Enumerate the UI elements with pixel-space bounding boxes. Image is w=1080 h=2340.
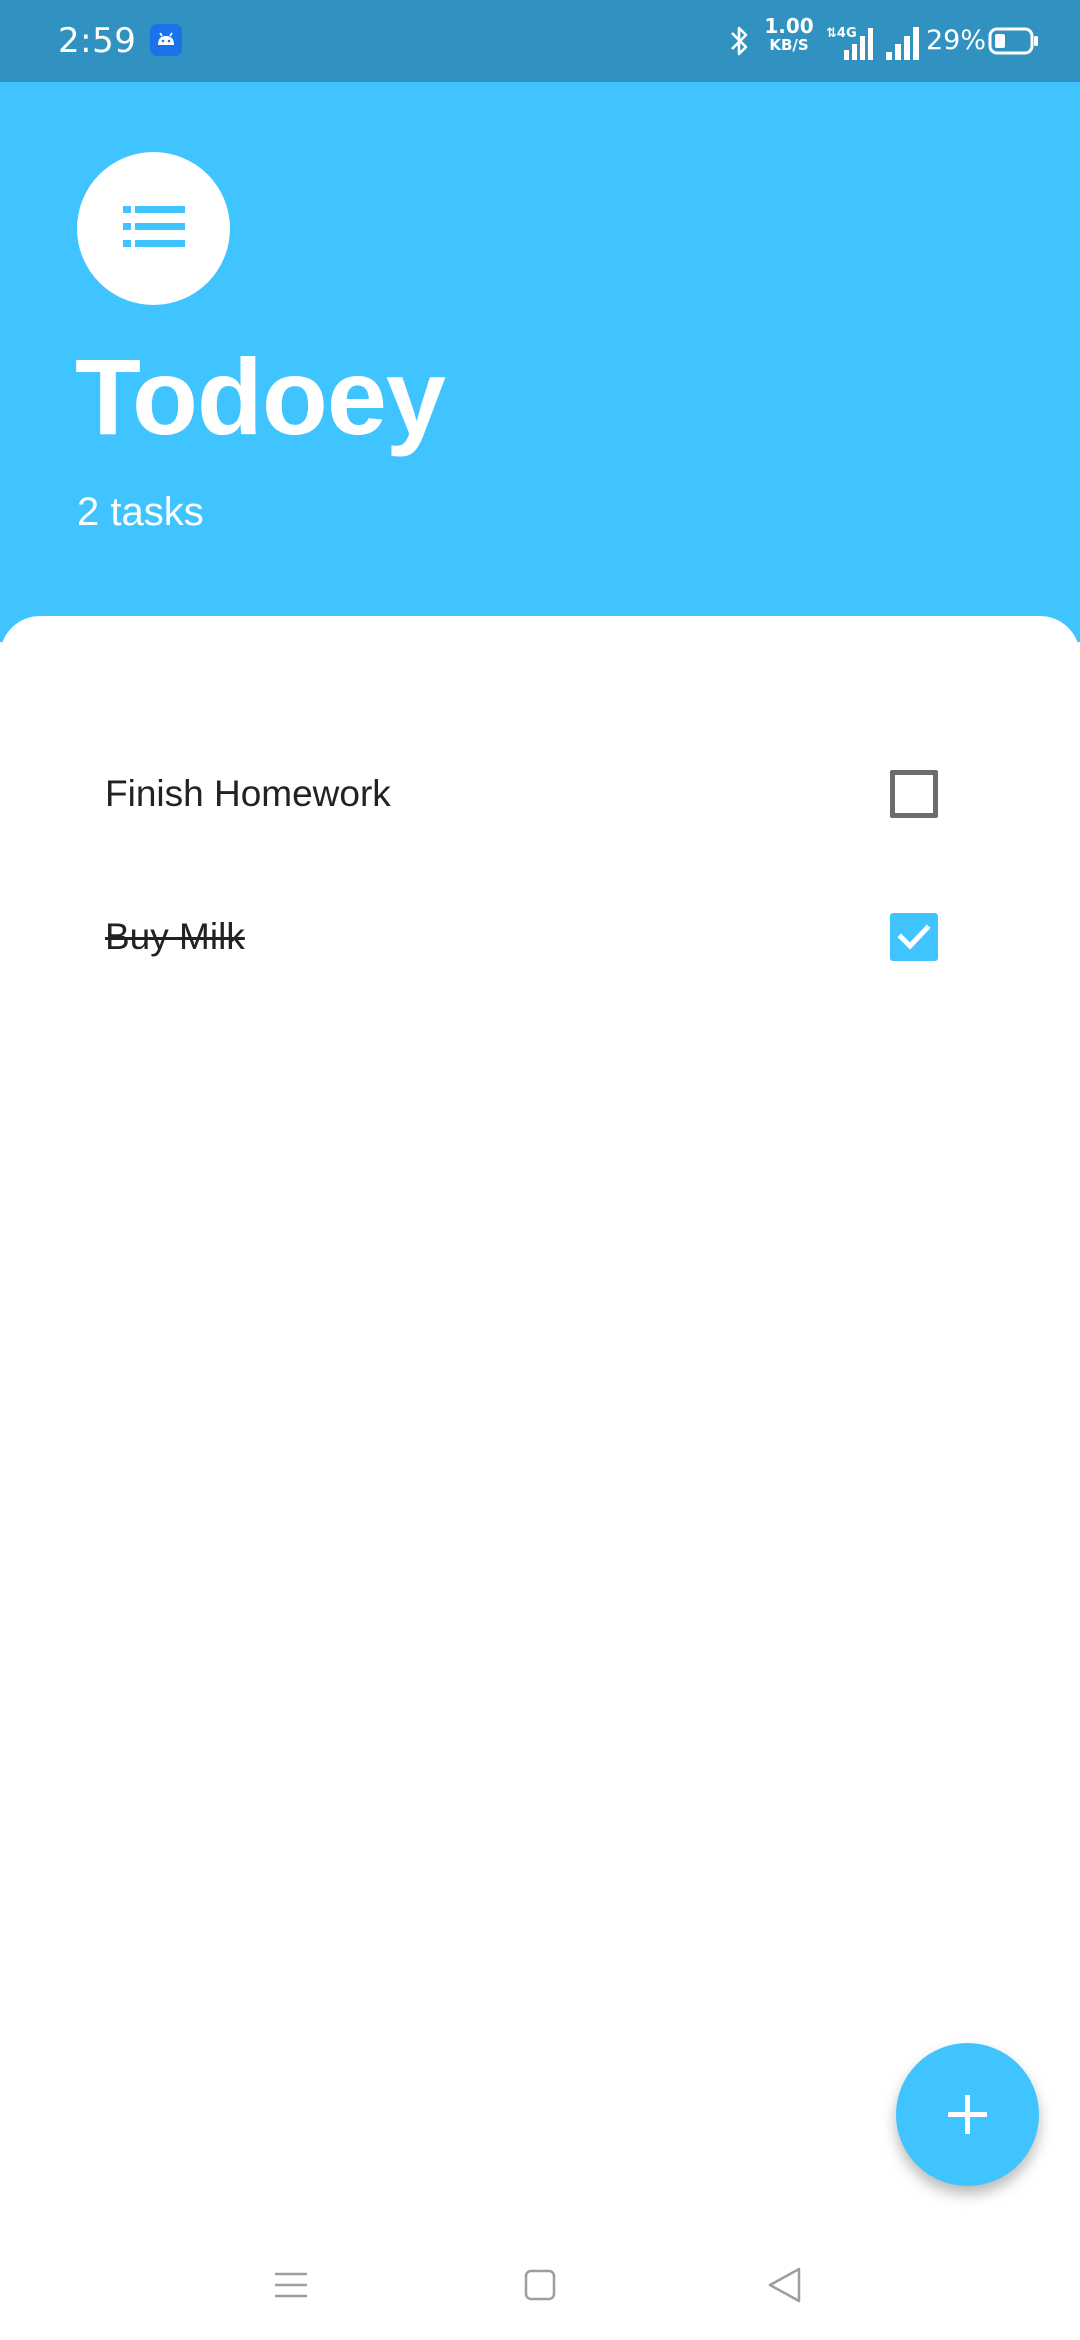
task-checkbox-checked[interactable]: [890, 913, 938, 961]
4g-signal-icon: ⇅4G: [826, 26, 873, 60]
navigation-bar: [0, 2230, 1080, 2340]
nav-back-button[interactable]: [750, 2250, 820, 2320]
list-icon: [123, 206, 185, 247]
add-task-button[interactable]: [896, 2043, 1039, 2186]
status-time: 2:59: [58, 21, 137, 61]
network-speed-unit: KB/S: [769, 36, 809, 54]
nav-home-button[interactable]: [505, 2250, 575, 2320]
status-bar: 2:59 1.00 KB/S ⇅4G 29%: [0, 0, 1080, 82]
android-app-icon: [150, 24, 182, 56]
task-count: 2 tasks: [77, 490, 204, 534]
header-avatar: [77, 152, 230, 305]
task-item[interactable]: Finish Homework: [0, 734, 1080, 854]
network-speed: 1.00 KB/S: [762, 16, 816, 53]
svg-text:⇅4G: ⇅4G: [826, 26, 857, 41]
bluetooth-icon: [731, 26, 748, 56]
task-title: Finish Homework: [105, 773, 391, 814]
task-title: Buy Milk: [105, 916, 245, 957]
network-speed-value: 1.00: [764, 14, 814, 38]
task-checkbox[interactable]: [890, 770, 938, 818]
plus-icon: [948, 2095, 987, 2134]
signal-icon: [886, 27, 919, 60]
home-icon: [524, 2269, 556, 2301]
app-title: Todoey: [75, 336, 446, 457]
header: Todoey 2 tasks: [0, 82, 1080, 642]
task-item[interactable]: Buy Milk: [0, 877, 1080, 997]
menu-icon: [275, 2272, 307, 2298]
back-icon: [768, 2267, 801, 2303]
nav-menu-button[interactable]: [256, 2250, 326, 2320]
battery-percent: 29%: [926, 25, 987, 56]
battery-icon: [988, 27, 1038, 55]
checkmark-icon: [897, 924, 931, 950]
